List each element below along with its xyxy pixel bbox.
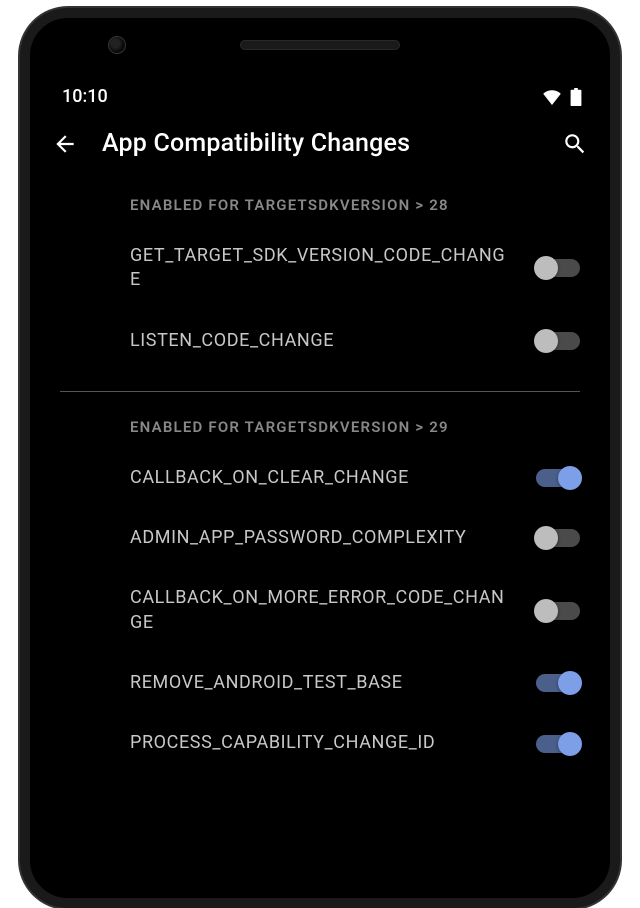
- notch: [30, 18, 610, 72]
- setting-label: REMOVE_ANDROID_TEST_BASE: [130, 671, 516, 695]
- app-bar: App Compatibility Changes: [30, 115, 610, 176]
- setting-row[interactable]: ADMIN_APP_PASSWORD_COMPLEXITY: [30, 508, 610, 568]
- toggle-switch[interactable]: [536, 469, 580, 487]
- battery-icon: [570, 88, 582, 106]
- setting-label: CALLBACK_ON_CLEAR_CHANGE: [130, 466, 516, 490]
- setting-label: CALLBACK_ON_MORE_ERROR_CODE_CHANGE: [130, 586, 516, 635]
- setting-label: GET_TARGET_SDK_VERSION_CODE_CHANGE: [130, 244, 516, 293]
- setting-label: ADMIN_APP_PASSWORD_COMPLEXITY: [130, 526, 516, 550]
- setting-row[interactable]: LISTEN_CODE_CHANGE: [30, 311, 610, 371]
- toggle-switch[interactable]: [536, 602, 580, 620]
- status-icons: [542, 88, 582, 106]
- setting-row[interactable]: GET_TARGET_SDK_VERSION_CODE_CHANGE: [30, 226, 610, 311]
- setting-row[interactable]: PROCESS_CAPABILITY_CHANGE_ID: [30, 713, 610, 773]
- toggle-switch[interactable]: [536, 735, 580, 753]
- section-sdk29: ENABLED FOR TARGETSDKVERSION > 29 CALLBA…: [30, 398, 610, 788]
- front-camera: [108, 36, 126, 54]
- back-button[interactable]: [52, 131, 78, 157]
- setting-label: LISTEN_CODE_CHANGE: [130, 329, 516, 353]
- toggle-switch[interactable]: [536, 332, 580, 350]
- wifi-icon: [542, 89, 562, 105]
- toggle-switch[interactable]: [536, 259, 580, 277]
- divider: [60, 391, 580, 392]
- setting-row[interactable]: REMOVE_ANDROID_TEST_BASE: [30, 653, 610, 713]
- section-header: ENABLED FOR TARGETSDKVERSION > 28: [30, 176, 610, 226]
- status-bar: 10:10: [30, 72, 610, 115]
- setting-row[interactable]: CALLBACK_ON_CLEAR_CHANGE: [30, 448, 610, 508]
- toggle-switch[interactable]: [536, 674, 580, 692]
- phone-frame: 10:10 App Compatibility Changes ENABLE: [20, 8, 620, 908]
- setting-label: PROCESS_CAPABILITY_CHANGE_ID: [130, 731, 516, 755]
- status-time: 10:10: [62, 86, 108, 107]
- section-header: ENABLED FOR TARGETSDKVERSION > 29: [30, 398, 610, 448]
- setting-row[interactable]: CALLBACK_ON_MORE_ERROR_CODE_CHANGE: [30, 568, 610, 653]
- page-title: App Compatibility Changes: [102, 129, 538, 158]
- content: ENABLED FOR TARGETSDKVERSION > 28 GET_TA…: [30, 176, 610, 788]
- screen: 10:10 App Compatibility Changes ENABLE: [30, 72, 610, 898]
- speaker-grille: [240, 40, 400, 50]
- search-button[interactable]: [562, 131, 588, 157]
- section-sdk28: ENABLED FOR TARGETSDKVERSION > 28 GET_TA…: [30, 176, 610, 385]
- toggle-switch[interactable]: [536, 529, 580, 547]
